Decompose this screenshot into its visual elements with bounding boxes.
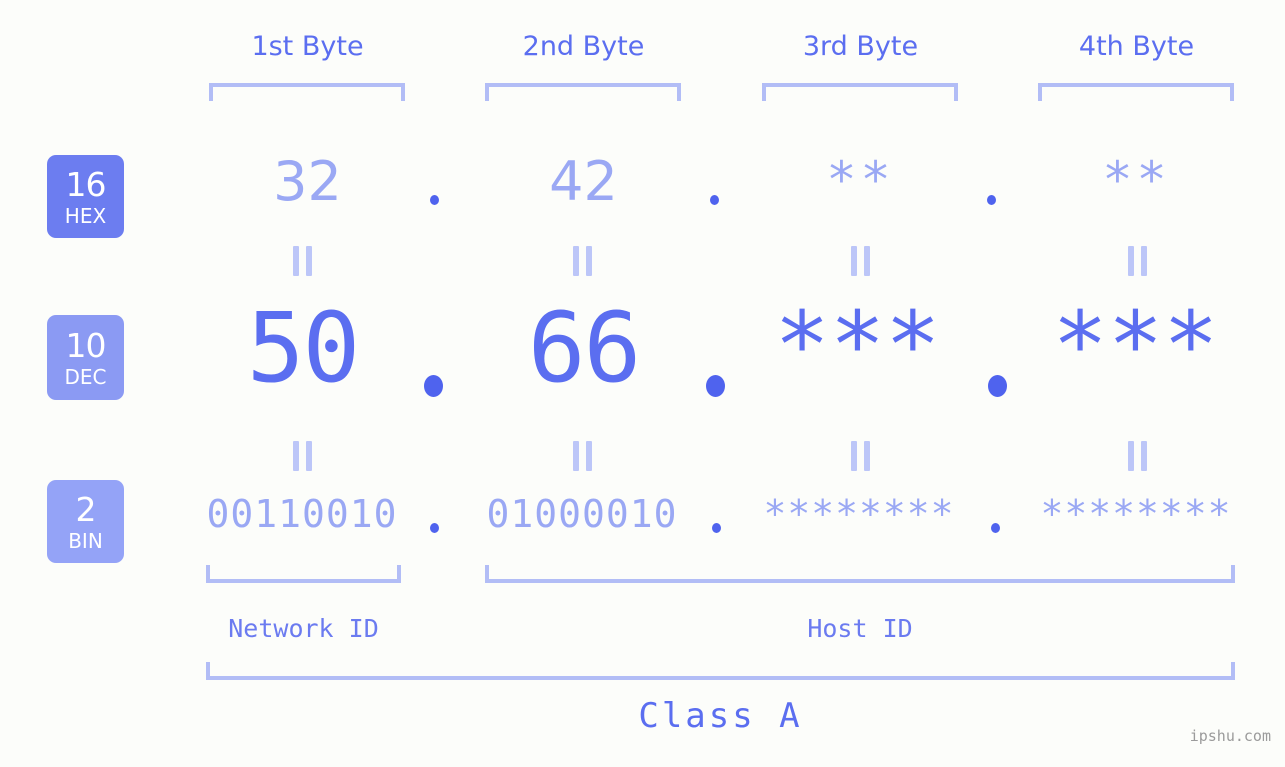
equals-hex-dec-4: [1128, 246, 1147, 276]
ip-address-diagram: 1st Byte 2nd Byte 3rd Byte 4th Byte 16 H…: [0, 0, 1285, 767]
hex-byte-2: 42: [549, 150, 618, 213]
hex-dot-1: [430, 195, 439, 205]
byte-bracket-3: [762, 83, 958, 101]
class-label: Class A: [638, 696, 803, 736]
hex-byte-1: 32: [273, 150, 342, 213]
bin-byte-2: 01000010: [486, 492, 678, 536]
dec-byte-1: 50: [246, 292, 361, 404]
hex-byte-3: **: [826, 151, 895, 209]
bin-dot-2: [712, 523, 721, 533]
bin-byte-4: ********: [1040, 492, 1232, 536]
base-badge-dec: 10 DEC: [47, 315, 124, 400]
hex-dot-2: [710, 195, 719, 205]
hex-byte-4: **: [1102, 151, 1171, 209]
equals-dec-bin-1: [293, 441, 312, 471]
dec-byte-4: ***: [1052, 292, 1219, 399]
hex-dot-3: [987, 195, 996, 205]
dec-dot-3: [988, 375, 1007, 397]
equals-dec-bin-3: [851, 441, 870, 471]
byte-bracket-4: [1038, 83, 1234, 101]
base-badge-hex-name: HEX: [64, 203, 107, 228]
equals-hex-dec-2: [573, 246, 592, 276]
base-badge-bin: 2 BIN: [47, 480, 124, 563]
byte-header-3: 3rd Byte: [802, 31, 919, 62]
equals-hex-dec-1: [293, 246, 312, 276]
dec-byte-2: 66: [527, 292, 642, 404]
bin-byte-3: ********: [763, 492, 955, 536]
class-bracket: [206, 662, 1235, 680]
host-id-bracket: [485, 565, 1235, 583]
watermark: ipshu.com: [1189, 727, 1271, 745]
byte-bracket-1: [209, 83, 405, 101]
network-id-label: Network ID: [228, 614, 379, 643]
network-id-bracket: [206, 565, 401, 583]
byte-header-1: 1st Byte: [251, 31, 364, 62]
bin-dot-1: [430, 523, 439, 533]
byte-header-4: 4th Byte: [1078, 31, 1195, 62]
byte-bracket-2: [485, 83, 681, 101]
bin-byte-1: 00110010: [206, 492, 398, 536]
byte-header-2: 2nd Byte: [522, 31, 645, 62]
base-badge-hex: 16 HEX: [47, 155, 124, 238]
bin-dot-3: [991, 523, 1000, 533]
equals-dec-bin-4: [1128, 441, 1147, 471]
base-badge-hex-number: 16: [65, 164, 107, 204]
base-badge-bin-name: BIN: [68, 528, 103, 553]
dec-dot-1: [424, 375, 443, 397]
base-badge-dec-number: 10: [65, 325, 107, 365]
dec-byte-3: ***: [774, 292, 941, 399]
equals-hex-dec-3: [851, 246, 870, 276]
base-badge-bin-number: 2: [75, 489, 97, 529]
host-id-label: Host ID: [807, 614, 913, 643]
equals-dec-bin-2: [573, 441, 592, 471]
dec-dot-2: [706, 375, 725, 397]
base-badge-dec-name: DEC: [64, 364, 107, 389]
